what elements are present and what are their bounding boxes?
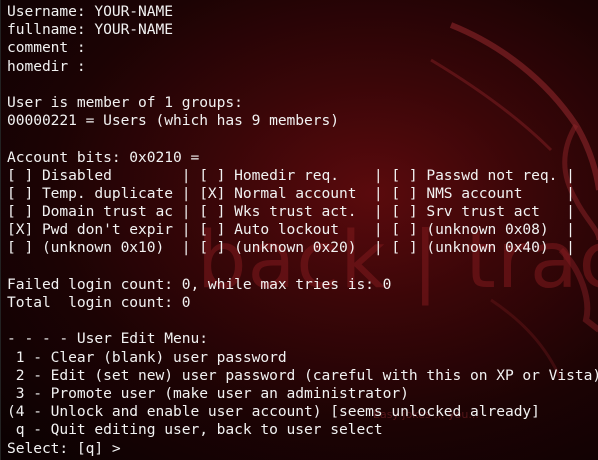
group-membership-line: User is member of 1 groups: [7,93,243,111]
menu-option-edit-password: 2 - Edit (set new) user password (carefu… [7,366,598,384]
failed-login-count-line: Failed login count: 0, while max tries i… [7,275,392,293]
comment-line: comment : [7,39,86,57]
terminal-output: Username: YOUR-NAME fullname: YOUR-NAME … [7,3,598,458]
account-bits-row: [ ] Domain trust ac | [ ] Wks trust act.… [7,203,575,221]
blank-line [7,130,598,148]
group-detail-line: 00000221 = Users (which has 9 members) [7,112,339,130]
select-prompt[interactable]: Select: [q] > [7,440,598,458]
menu-option-unlock-account: (4 - Unlock and enable user account) [se… [7,403,540,421]
account-bits-row: [ ] Temp. duplicate | [X] Normal account… [7,184,575,202]
account-bits-row: [ ] (unknown 0x10) | [ ] (unknown 0x20) … [7,239,575,257]
fullname-line: fullname: YOUR-NAME [7,21,173,39]
terminal-window[interactable]: back | track Easy jokes ... you... Usern… [0,0,598,460]
blank-line [7,76,598,94]
menu-option-promote-user: 3 - Promote user (make user an administr… [7,384,409,402]
blank-line [7,258,598,276]
homedir-line: homedir : [7,57,86,75]
menu-title-line: - - - - User Edit Menu: [7,330,208,348]
blank-line [7,312,598,330]
menu-option-quit: q - Quit editing user, back to user sele… [7,421,383,439]
menu-option-clear-password: 1 - Clear (blank) user password [7,348,287,366]
account-bits-row: [ ] Disabled | [ ] Homedir req. | [ ] Pa… [7,166,575,184]
account-bits-line: Account bits: 0x0210 = [7,148,200,166]
total-login-count-line: Total login count: 0 [7,294,191,311]
account-bits-row: [X] Pwd don't expir | [ ] Auto lockout |… [7,221,575,239]
username-line: Username: YOUR-NAME [7,3,173,20]
